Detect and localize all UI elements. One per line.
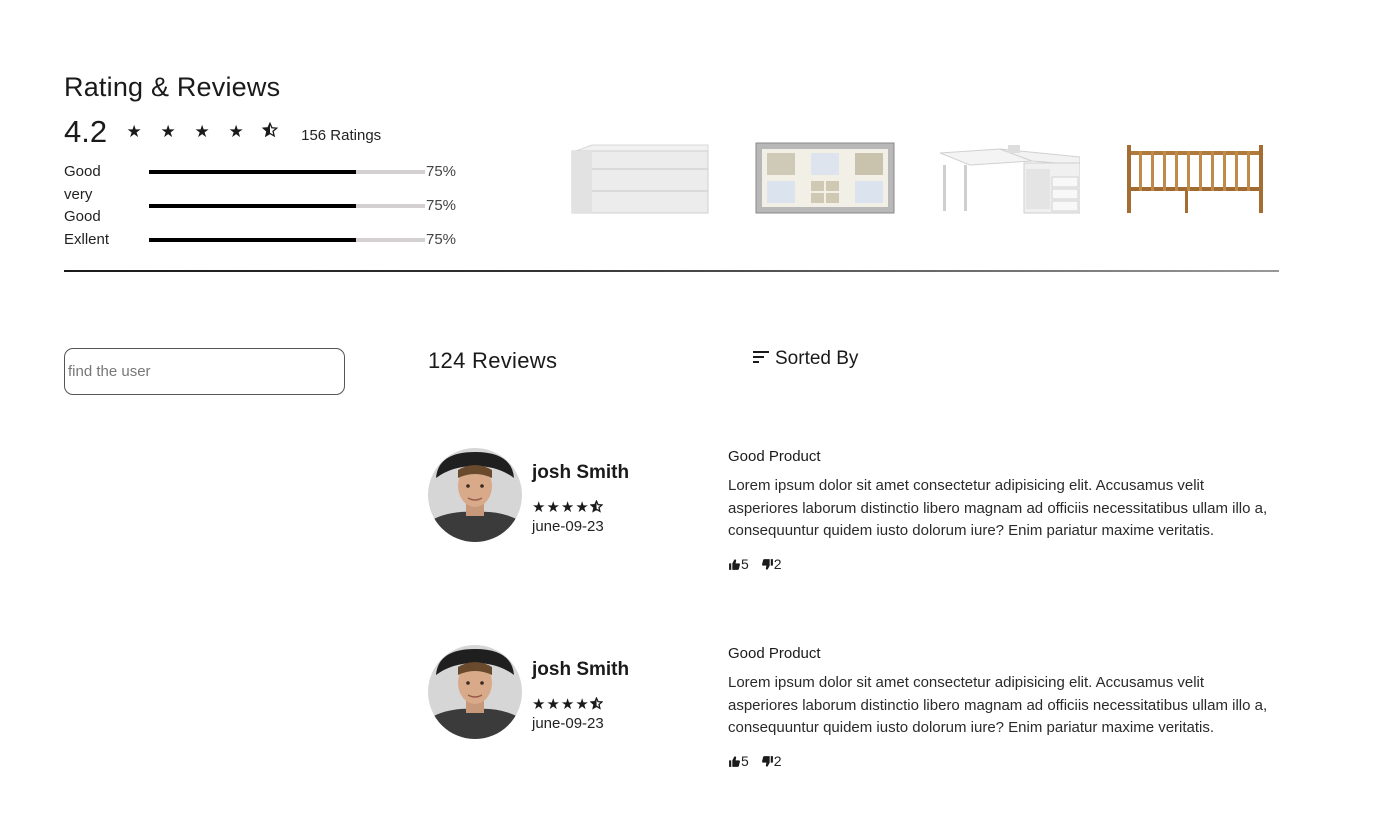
section-divider xyxy=(64,270,1279,272)
rating-bar-track xyxy=(149,238,425,242)
rating-bar-label: Exllent xyxy=(64,231,110,248)
review-item: josh Smith ★ ★ ★ ★ june-09-23 Good Produ… xyxy=(428,448,1288,588)
wooden-crib-image[interactable] xyxy=(1125,141,1265,215)
sort-lines-icon xyxy=(753,348,771,370)
average-stars: ★ ★ ★ ★ xyxy=(125,121,279,143)
review-title: Good Product xyxy=(728,645,821,662)
like-button[interactable]: 5 xyxy=(728,556,749,572)
avatar[interactable] xyxy=(428,645,522,739)
rating-bar-track xyxy=(149,204,425,208)
page-title: Rating & Reviews xyxy=(64,72,281,102)
dislike-count: 2 xyxy=(773,753,782,769)
star-filled-icon: ★ xyxy=(532,696,546,713)
search-input[interactable] xyxy=(64,348,345,395)
rating-bar-percent: 75% xyxy=(426,197,457,214)
reviewer-name: josh Smith xyxy=(532,659,630,680)
star-filled-icon: ★ xyxy=(560,696,575,713)
reviewer-stars: ★ ★ ★ ★ xyxy=(532,695,604,714)
white-desk-image[interactable] xyxy=(939,141,1081,215)
reviewer-stars: ★ ★ ★ ★ xyxy=(532,498,604,517)
review-title: Good Product xyxy=(728,448,821,465)
star-half-icon xyxy=(261,121,279,143)
review-votes: 5 2 xyxy=(728,556,782,572)
review-body: Lorem ipsum dolor sit amet consectetur a… xyxy=(728,477,1268,539)
star-filled-icon: ★ xyxy=(532,499,546,516)
sort-label: Sorted By xyxy=(775,348,859,369)
product-thumbnails xyxy=(570,141,1265,215)
thumbs-down-icon xyxy=(761,558,773,570)
thumbs-up-icon xyxy=(729,558,740,570)
dislike-button[interactable]: 2 xyxy=(761,556,782,572)
review-votes: 5 2 xyxy=(728,753,782,769)
star-filled-icon: ★ xyxy=(194,121,210,141)
star-filled-icon: ★ xyxy=(160,121,176,141)
review-item: josh Smith ★ ★ ★ ★ june-09-23 Good Produ… xyxy=(428,645,1288,785)
reviewer-name: josh Smith xyxy=(532,462,630,483)
review-date: june-09-23 xyxy=(532,715,604,732)
star-filled-icon: ★ xyxy=(575,696,589,713)
rating-bar-fill xyxy=(149,238,356,242)
rating-bar-track xyxy=(149,170,425,174)
like-button[interactable]: 5 xyxy=(728,753,749,769)
review-date: june-09-23 xyxy=(532,518,604,535)
thumbs-down-icon xyxy=(761,755,773,767)
star-filled-icon: ★ xyxy=(560,499,575,516)
rating-bar-fill xyxy=(149,204,356,208)
dislike-button[interactable]: 2 xyxy=(761,753,782,769)
ratings-count: 156 Ratings xyxy=(301,126,382,144)
rating-bar-label: very Good xyxy=(64,186,101,225)
rating-bar-percent: 75% xyxy=(426,163,457,180)
photo-frame-image[interactable] xyxy=(755,141,895,215)
star-filled-icon: ★ xyxy=(546,696,560,713)
reviews-count: 124 Reviews xyxy=(428,348,558,373)
star-half-icon xyxy=(589,498,604,517)
average-score: 4.2 xyxy=(64,114,108,149)
sort-button[interactable]: Sorted By xyxy=(753,348,858,370)
star-filled-icon: ★ xyxy=(575,499,589,516)
white-cabinet-image[interactable] xyxy=(570,141,710,215)
star-half-icon xyxy=(589,695,604,714)
avatar[interactable] xyxy=(428,448,522,542)
thumbs-up-icon xyxy=(729,755,740,767)
review-body: Lorem ipsum dolor sit amet consectetur a… xyxy=(728,674,1268,736)
star-filled-icon: ★ xyxy=(126,121,142,141)
rating-bar-label: Good xyxy=(64,163,101,180)
star-filled-icon: ★ xyxy=(546,499,560,516)
like-count: 5 xyxy=(741,556,749,572)
rating-bar-percent: 75% xyxy=(426,231,457,248)
rating-summary: 4.2 ★ ★ ★ ★ 156 Ratings xyxy=(64,114,381,150)
rating-bar-fill xyxy=(149,170,356,174)
dislike-count: 2 xyxy=(773,556,782,572)
star-filled-icon: ★ xyxy=(228,121,244,141)
like-count: 5 xyxy=(741,753,749,769)
